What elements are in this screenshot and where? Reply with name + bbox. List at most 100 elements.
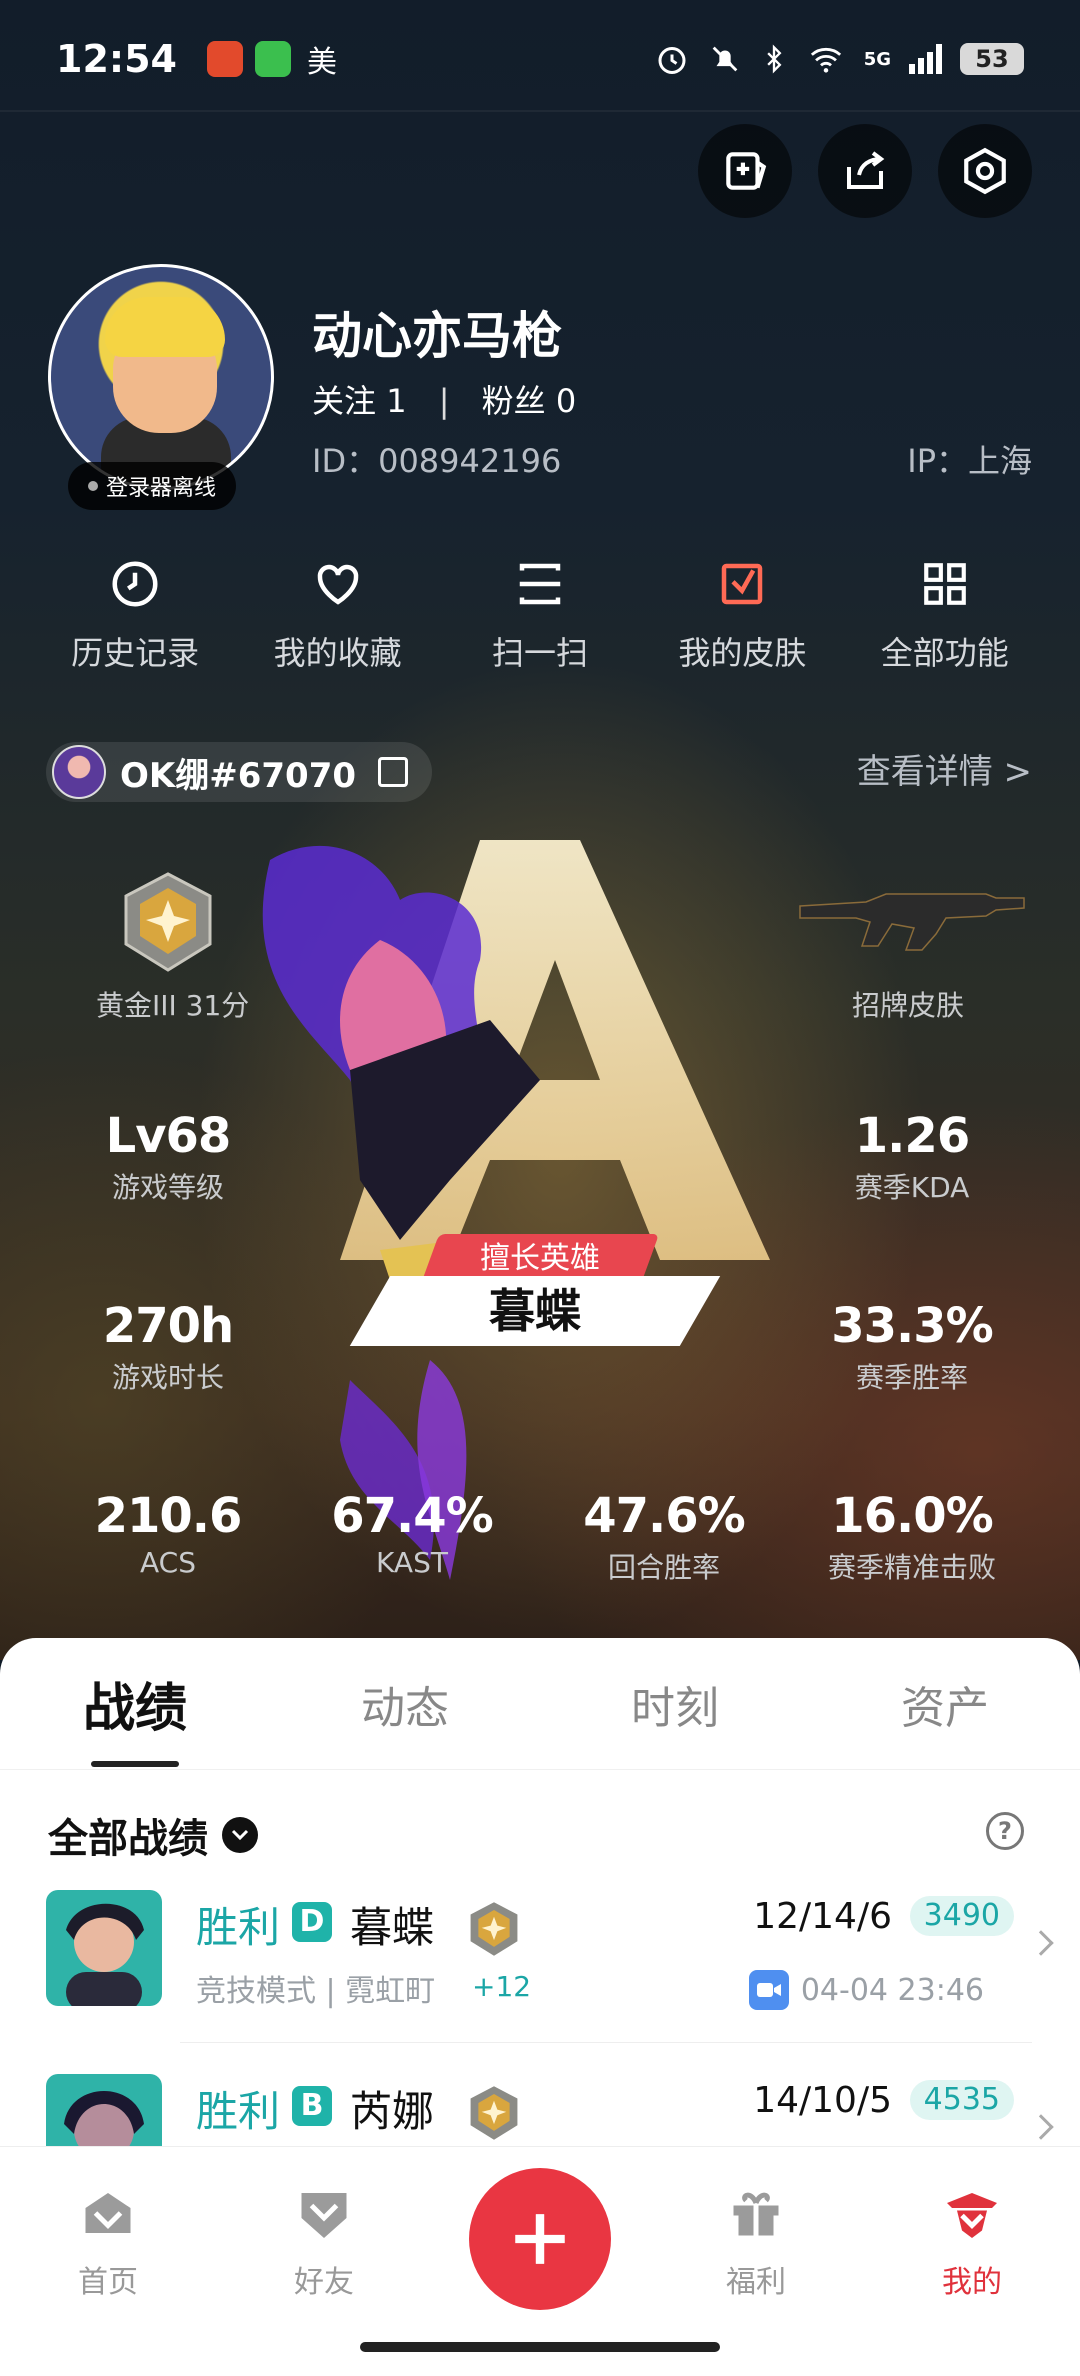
profile-icon xyxy=(947,2193,997,2238)
create-post-button[interactable] xyxy=(469,2168,611,2310)
user-avatar-block[interactable]: 登录器离线 xyxy=(48,264,274,510)
stat-value: 210.6 xyxy=(94,1488,243,1544)
tab-moments[interactable]: 时刻 xyxy=(540,1672,810,1736)
tab-label: 战绩 xyxy=(82,1679,187,1739)
follow-count[interactable]: 1 xyxy=(386,382,406,420)
nav-profile[interactable]: 我的 xyxy=(864,2147,1080,2376)
nav-label: 福利 xyxy=(726,2265,786,2300)
app-notification-label: 美 xyxy=(306,45,337,80)
stat-value: 47.6% xyxy=(583,1488,746,1544)
records-filter[interactable]: 全部战绩 xyxy=(48,1806,258,1864)
tab-label: 时刻 xyxy=(631,1682,719,1734)
message-notification-icon xyxy=(254,41,291,77)
records-section-title: 全部战绩 xyxy=(48,1816,208,1862)
stat-label: 赛季KDA xyxy=(854,1171,970,1204)
skin-icon xyxy=(714,556,770,612)
avatar-hair xyxy=(105,297,225,357)
profile-tabs: 战绩 动态 时刻 资产 xyxy=(0,1638,1080,1770)
nav-label: 我的 xyxy=(942,2265,1002,2300)
stat-kast: 67.4% KAST xyxy=(322,1488,502,1579)
history-icon xyxy=(107,556,163,612)
follow-label[interactable]: 关注 xyxy=(312,382,376,420)
quick-menu-label: 历史记录 xyxy=(71,634,200,672)
nav-label: 首页 xyxy=(78,2265,138,2300)
offline-dot-icon xyxy=(88,481,98,491)
settings-button[interactable] xyxy=(938,124,1032,218)
quick-menu: 历史记录 我的收藏 扫一扫 我的皮肤 全部功能 xyxy=(0,556,1080,674)
video-replay-icon[interactable] xyxy=(748,1970,789,2010)
match-result: 胜利 xyxy=(196,2087,281,2136)
row-divider xyxy=(180,2042,1032,2043)
best-hero-badge[interactable]: 擅长英雄 暮蝶 xyxy=(349,1234,721,1348)
tab-active-indicator xyxy=(91,1761,179,1767)
wifi-icon xyxy=(810,47,841,73)
quick-menu-scan[interactable]: 扫一扫 xyxy=(440,556,640,674)
stat-label: 赛季胜率 xyxy=(855,1361,968,1394)
follow-stats: 关注 1 | 粉丝 0 xyxy=(312,376,576,422)
tab-assets[interactable]: 资产 xyxy=(810,1672,1080,1736)
help-icon[interactable]: ? xyxy=(986,1812,1024,1850)
share-button[interactable] xyxy=(818,124,912,218)
match-row[interactable]: 胜利 D 暮蝶 竞技模式 | 霓虹町 +12 12/14/6 3490 04-0… xyxy=(0,1890,1080,2040)
username: 动心亦马枪 xyxy=(312,307,562,365)
view-detail-link[interactable]: 查看详情 > xyxy=(857,744,1032,793)
game-account-tag[interactable]: OK绷#67070 xyxy=(46,742,433,802)
match-mode-map: 竞技模式 | 霓虹町 xyxy=(196,1974,436,2009)
signal-icon xyxy=(909,44,942,74)
stat-round-winrate: 47.6% 回合胜率 xyxy=(574,1488,754,1586)
quick-menu-skins[interactable]: 我的皮肤 xyxy=(642,556,842,674)
stat-precision-kills: 16.0% 赛季精准击败 xyxy=(812,1488,1012,1586)
avatar[interactable] xyxy=(48,264,274,490)
stat-label: KAST xyxy=(376,1546,448,1579)
match-datetime: 04-04 23:46 xyxy=(748,1970,984,2010)
stat-value: Lv68 xyxy=(105,1108,232,1164)
chevron-right-icon xyxy=(1028,2114,1054,2140)
stat-level: Lv68 游戏等级 xyxy=(88,1108,248,1206)
fans-count[interactable]: 0 xyxy=(556,382,576,420)
stat-value: 33.3% xyxy=(831,1298,994,1354)
battery-icon: 53 xyxy=(960,43,1024,75)
share-icon xyxy=(847,151,885,189)
plus-icon xyxy=(515,2214,565,2264)
rank-points-delta: +12 xyxy=(472,1970,532,2003)
fans-label[interactable]: 粉丝 xyxy=(482,382,546,420)
offline-tag-text: 登录器离线 xyxy=(106,476,217,501)
rank-gold-badge-icon xyxy=(470,2086,518,2140)
nav-home[interactable]: 首页 xyxy=(0,2147,216,2376)
stat-label: ACS xyxy=(140,1546,196,1579)
alarm-icon xyxy=(658,47,686,74)
match-grade-badge: D xyxy=(292,1902,332,1942)
stat-value: 270h xyxy=(102,1298,234,1354)
stat-value: 16.0% xyxy=(831,1488,994,1544)
ip-location: IP：上海 xyxy=(907,442,1032,480)
gesture-home-bar[interactable] xyxy=(360,2342,720,2352)
game-account-name: OK绷#67070 xyxy=(120,755,357,796)
match-kda: 12/14/6 xyxy=(753,1896,892,1937)
stat-label: 游戏等级 xyxy=(111,1171,224,1204)
match-score-badge: 3490 xyxy=(909,1896,1014,1936)
quick-menu-history[interactable]: 历史记录 xyxy=(35,556,235,674)
grid-icon xyxy=(917,556,973,612)
quick-menu-all-features[interactable]: 全部功能 xyxy=(845,556,1045,674)
scan-icon xyxy=(512,556,568,612)
chevron-right-icon xyxy=(1028,1930,1054,1956)
tab-activity[interactable]: 动态 xyxy=(270,1672,540,1736)
network-type-label: 5G xyxy=(863,48,891,70)
edit-card-button[interactable] xyxy=(698,124,792,218)
edit-card-icon xyxy=(726,152,767,190)
quick-menu-favorites[interactable]: 我的收藏 xyxy=(238,556,438,674)
stat-label: 赛季精准击败 xyxy=(827,1551,996,1584)
app-notification-icon xyxy=(206,41,243,77)
stat-label: 游戏时长 xyxy=(111,1361,224,1394)
launcher-offline-tag: 登录器离线 xyxy=(68,462,237,510)
heart-icon xyxy=(310,556,366,612)
stat-play-hours: 270h 游戏时长 xyxy=(88,1298,248,1396)
settings-hexagon-icon xyxy=(964,147,1006,195)
chevron-down-icon xyxy=(222,1817,258,1853)
copy-icon[interactable] xyxy=(378,757,409,787)
bluetooth-icon xyxy=(767,44,782,74)
tab-records[interactable]: 战绩 xyxy=(0,1666,270,1767)
match-kda: 14/10/5 xyxy=(753,2080,892,2121)
gift-icon xyxy=(733,2192,779,2236)
signature-skin-weapon xyxy=(799,893,1025,951)
